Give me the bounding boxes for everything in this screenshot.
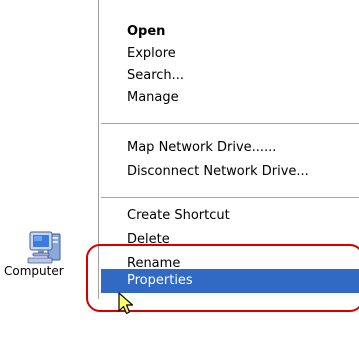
computer-desktop-icon[interactable]: Computer: [4, 228, 84, 288]
menu-item-open[interactable]: Open: [99, 21, 359, 43]
menu-item-manage[interactable]: Manage: [99, 87, 359, 109]
menu-item-create-shortcut[interactable]: Create Shortcut: [99, 205, 359, 227]
computer-icon-label: Computer: [4, 264, 64, 278]
computer-icon: [24, 228, 64, 268]
menu-item-properties[interactable]: Properties: [101, 269, 359, 293]
menu-item-map-network-drive[interactable]: Map Network Drive......: [99, 137, 359, 159]
menu-item-delete[interactable]: Delete: [99, 229, 359, 251]
menu-item-disconnect-network-drive[interactable]: Disconnect Network Drive...: [99, 161, 359, 183]
mouse-pointer-icon: [118, 292, 136, 316]
desktop: Computer Open Explore Search... Manage M…: [0, 0, 359, 345]
menu-item-explore[interactable]: Explore: [99, 43, 359, 65]
menu-separator: [101, 123, 359, 124]
menu-separator: [101, 197, 359, 198]
menu-item-search[interactable]: Search...: [99, 65, 359, 87]
context-menu: Open Explore Search... Manage Map Networ…: [98, 0, 359, 299]
